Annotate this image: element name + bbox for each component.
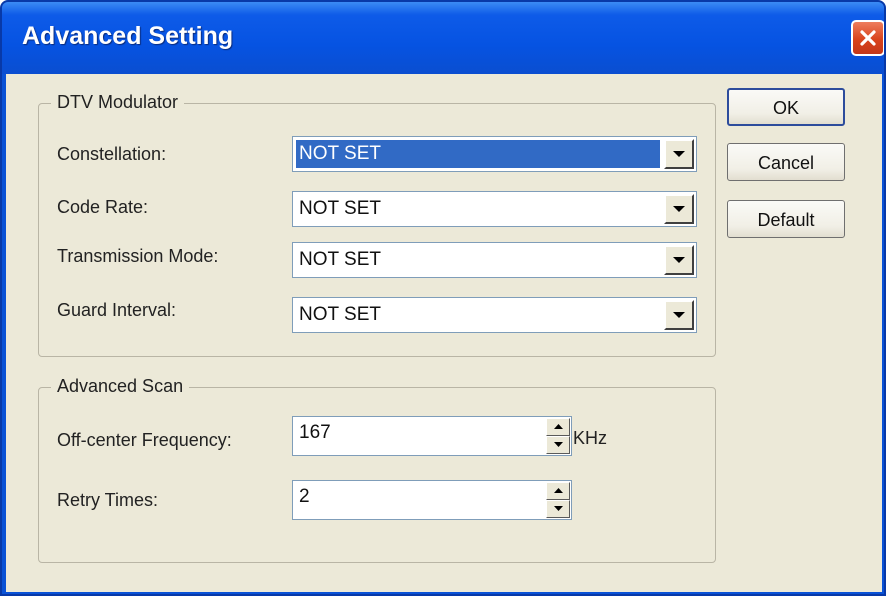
retry-times-up-button[interactable] [546, 482, 570, 500]
off-center-frequency-label: Off-center Frequency: [57, 430, 232, 450]
off-center-frequency-down-button[interactable] [546, 436, 570, 454]
arrow-down-icon [554, 442, 563, 447]
constellation-dropdown-button[interactable] [664, 139, 694, 169]
close-icon [860, 30, 876, 46]
constellation-value: NOT SET [296, 140, 660, 168]
transmission-mode-label: Transmission Mode: [57, 246, 219, 266]
title-bar[interactable]: Advanced Setting [2, 2, 884, 74]
cancel-button[interactable]: Cancel [727, 143, 845, 181]
chevron-down-icon [673, 151, 685, 157]
constellation-dropdown[interactable]: NOT SET [292, 136, 697, 172]
guard-interval-dropdown-button[interactable] [664, 300, 694, 330]
off-center-frequency-input[interactable]: 167 [292, 416, 572, 456]
retry-times-label: Retry Times: [57, 490, 159, 510]
retry-times-spinner [546, 482, 570, 518]
default-button[interactable]: Default [727, 200, 845, 238]
code-rate-label: Code Rate: [57, 197, 149, 217]
arrow-down-icon [554, 506, 563, 511]
guard-interval-dropdown[interactable]: NOT SET [292, 297, 697, 333]
close-button[interactable] [851, 20, 884, 56]
advanced-scan-legend: Advanced Scan [51, 376, 190, 397]
off-center-frequency-spinner [546, 418, 570, 454]
transmission-mode-dropdown-button[interactable] [664, 245, 694, 275]
code-rate-dropdown-button[interactable] [664, 194, 694, 224]
chevron-down-icon [673, 206, 685, 212]
arrow-up-icon [554, 424, 563, 429]
guard-interval-label: Guard Interval: [57, 300, 177, 320]
code-rate-dropdown[interactable]: NOT SET [292, 191, 697, 227]
dtv-modulator-legend: DTV Modulator [51, 92, 185, 113]
constellation-label: Constellation: [57, 144, 167, 164]
off-center-frequency-value: 167 [299, 422, 331, 443]
transmission-mode-value: NOT SET [299, 249, 381, 270]
advanced-scan-group: Advanced Scan [38, 376, 716, 563]
chevron-down-icon [673, 257, 685, 263]
guard-interval-value: NOT SET [299, 304, 381, 325]
chevron-down-icon [673, 312, 685, 318]
code-rate-value: NOT SET [299, 198, 381, 219]
frequency-unit-label: KHz [573, 428, 608, 448]
advanced-setting-dialog: Advanced Setting DTV Modulator Constella… [0, 0, 886, 596]
retry-times-value: 2 [299, 486, 310, 507]
arrow-up-icon [554, 488, 563, 493]
retry-times-down-button[interactable] [546, 500, 570, 518]
ok-button[interactable]: OK [727, 88, 845, 126]
transmission-mode-dropdown[interactable]: NOT SET [292, 242, 697, 278]
window-title: Advanced Setting [22, 22, 234, 50]
off-center-frequency-up-button[interactable] [546, 418, 570, 436]
dialog-client-area: DTV Modulator Constellation: NOT SET Cod… [6, 74, 882, 592]
retry-times-input[interactable]: 2 [292, 480, 572, 520]
